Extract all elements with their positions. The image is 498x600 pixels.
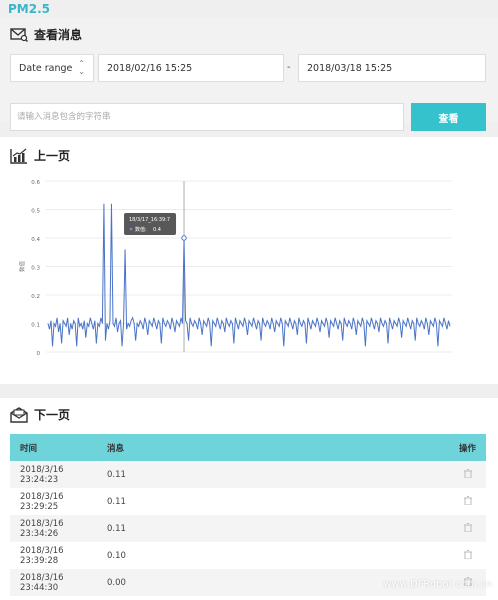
trash-icon <box>463 495 472 508</box>
watermark-text: www.DFRobot.com.cn <box>383 579 492 590</box>
delete-button[interactable] <box>449 549 486 562</box>
delete-button[interactable] <box>449 522 486 535</box>
tooltip-value: 0.4 <box>153 227 161 233</box>
keyword-search-input[interactable] <box>10 103 404 131</box>
row-time: 2018/3/16 23:34:26 <box>20 518 64 539</box>
chart-panel: 上一页 0 0.1 0.2 0.3 0.4 0.5 0.6 数值 18/3/17_16:39:7… <box>0 137 498 384</box>
delete-button[interactable] <box>449 468 486 481</box>
date-separator: - <box>287 62 291 73</box>
table-row: 2018/3/16 23:29:25 0.11 <box>10 488 486 515</box>
column-header-action: 操作 <box>458 443 476 454</box>
date-range-select[interactable]: Date range ⌃ ⌄ <box>10 54 94 82</box>
start-date-input[interactable]: 2018/02/16 15:25 <box>98 54 284 82</box>
search-button[interactable]: 查看 <box>411 103 486 131</box>
trash-icon <box>463 468 472 481</box>
table-panel: 下一页 时间 消息 操作 2018/3/16 23:24:23 0.11 2018/… <box>0 398 498 600</box>
series-line <box>47 203 451 347</box>
delete-button[interactable] <box>449 495 486 508</box>
row-value: 0.10 <box>107 550 126 561</box>
tooltip-time: 18/3/17_16:39:7 <box>129 217 170 223</box>
column-header-message: 消息 <box>107 443 125 454</box>
end-date-input[interactable]: 2018/03/18 15:25 <box>298 54 486 82</box>
table-row: 2018/3/16 23:39:28 0.10 <box>10 542 486 569</box>
y-tick-label: 0.1 <box>31 323 40 329</box>
y-tick-label: 0.2 <box>31 294 40 300</box>
y-tick-label: 0.6 <box>31 180 40 186</box>
table-heading: 下一页 <box>34 408 71 422</box>
table-panel-header: 下一页 <box>10 406 70 423</box>
pm25-line-chart[interactable]: 0 0.1 0.2 0.3 0.4 0.5 0.6 数值 18/3/17_16:39:7 数值: 0… <box>0 137 498 384</box>
y-tick-label: 0.5 <box>31 209 40 215</box>
row-time: 2018/3/16 23:24:23 <box>20 464 64 485</box>
envelope-search-icon <box>10 27 28 42</box>
query-heading: 查看消息 <box>34 28 83 42</box>
column-header-time: 时间 <box>20 443 38 454</box>
row-time: 2018/3/16 23:39:28 <box>20 545 64 566</box>
y-tick-label: 0.3 <box>31 266 40 272</box>
start-date-value: 2018/02/16 15:25 <box>107 62 193 74</box>
sort-arrows-icon: ⌃ ⌄ <box>78 59 85 76</box>
query-panel-header: 查看消息 <box>10 26 82 43</box>
open-envelope-icon <box>10 406 28 423</box>
row-value: 0.11 <box>107 469 126 480</box>
page-title: PM2.5 <box>8 2 50 16</box>
y-axis-label: 数值 <box>18 261 26 273</box>
row-time: 2018/3/16 23:44:30 <box>20 572 64 593</box>
message-table: 时间 消息 操作 2018/3/16 23:24:23 0.11 2018/3/16… <box>10 434 486 596</box>
tooltip-series-dot <box>129 227 133 231</box>
table-row: 2018/3/16 23:24:23 0.11 <box>10 461 486 488</box>
tooltip-series-name: 数值: <box>135 226 147 233</box>
table-header-row: 时间 消息 操作 <box>10 434 486 461</box>
end-date-value: 2018/03/18 15:25 <box>307 62 393 74</box>
table-body: 2018/3/16 23:24:23 0.11 2018/3/16 23:29:25… <box>10 461 486 596</box>
y-tick-label: 0 <box>37 351 41 357</box>
row-value: 0.11 <box>107 496 126 507</box>
y-tick-label: 0.4 <box>31 237 40 243</box>
row-time: 2018/3/16 23:29:25 <box>20 491 64 512</box>
row-value: 0.11 <box>107 523 126 534</box>
trash-icon <box>463 549 472 562</box>
query-panel: 查看消息 Date range ⌃ ⌄ 2018/02/16 15:25 - 20… <box>0 18 498 131</box>
table-row: 2018/3/16 23:34:26 0.11 <box>10 515 486 542</box>
highlight-point <box>181 235 187 241</box>
date-range-label: Date range <box>19 62 73 74</box>
trash-icon <box>463 522 472 535</box>
